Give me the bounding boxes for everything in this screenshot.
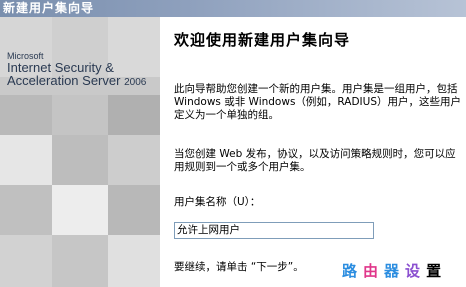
window-title: 新建用户集向导	[0, 0, 466, 17]
product-version: 2006	[124, 77, 147, 88]
wizard-content: 欢迎使用新建用户集向导 此向导帮助您创建一个新的用户集。用户集是一组用户，包括 …	[160, 17, 466, 287]
banner-tile	[108, 235, 160, 287]
banner-tile	[108, 185, 160, 235]
user-set-name-input[interactable]: 允许上网用户	[174, 222, 374, 239]
banner-tile	[52, 95, 108, 135]
banner-tile	[0, 135, 52, 185]
watermark-char: 置	[426, 262, 448, 280]
banner-tile	[0, 95, 52, 135]
watermark: 路由器设置	[342, 262, 447, 280]
product-name-line2: Acceleration Server	[7, 73, 121, 88]
usage-text: 当您创建 Web 发布，协议，以及访问策略规则时，您可以应用规则到一个或多个用户…	[174, 148, 456, 173]
intro-text: 此向导帮助您创建一个新的用户集。用户集是一组用户，包括 Windows 或非 W…	[174, 83, 462, 121]
banner-tile	[52, 185, 108, 235]
watermark-char: 器	[384, 262, 406, 280]
banner-tile	[52, 135, 108, 185]
banner-tile	[108, 95, 160, 135]
watermark-char: 设	[405, 262, 427, 280]
product-logo: Microsoft Internet Security & Accelerati…	[7, 51, 157, 89]
banner-tile	[52, 235, 108, 287]
continue-instruction: 要继续，请单击 “下一步”。	[174, 261, 304, 273]
banner-tile	[0, 235, 52, 287]
banner-tile	[0, 185, 52, 235]
page-title: 欢迎使用新建用户集向导	[174, 31, 351, 49]
user-set-name-label: 用户集名称（U）：	[174, 196, 261, 208]
watermark-char: 路	[342, 262, 364, 280]
banner-tile	[108, 135, 160, 185]
watermark-char: 由	[363, 262, 385, 280]
wizard-banner: Microsoft Internet Security & Accelerati…	[0, 17, 160, 287]
